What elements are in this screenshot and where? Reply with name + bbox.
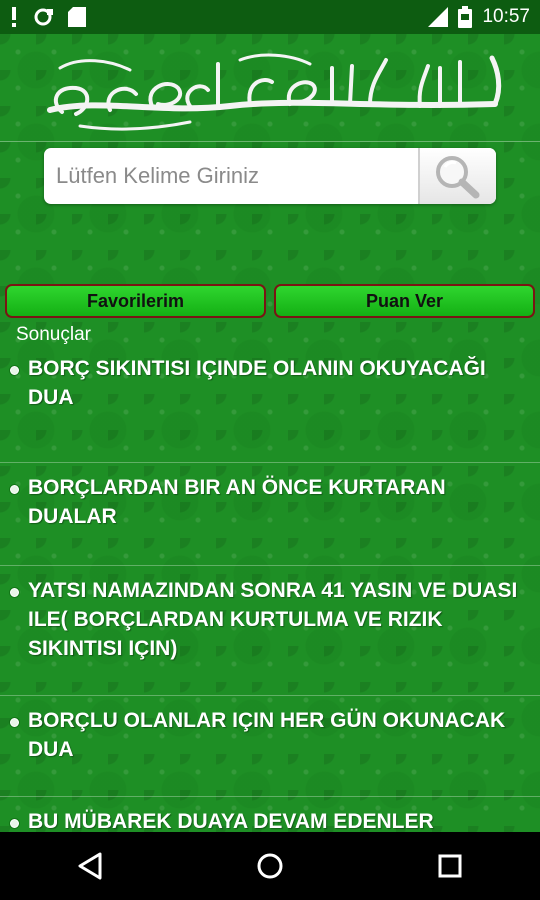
- search-input[interactable]: [44, 148, 418, 204]
- header: [0, 34, 540, 142]
- results-list: BORÇ SIKINTISI IÇINDE OLANIN OKUYACAĞI D…: [0, 344, 540, 832]
- bullet-icon: [10, 485, 19, 494]
- home-icon: [257, 853, 283, 879]
- back-icon: [78, 852, 102, 880]
- bullet-icon: [10, 819, 19, 828]
- status-system: 10:57: [428, 6, 530, 28]
- recents-icon: [438, 854, 462, 878]
- alert-icon: [10, 7, 18, 27]
- list-item-title: BU MÜBAREK DUAYA DEVAM EDENLER: [28, 810, 434, 832]
- list-item[interactable]: BORÇ SIKINTISI IÇINDE OLANIN OKUYACAĞI D…: [0, 344, 540, 463]
- search-icon: [436, 156, 480, 199]
- bullet-icon: [10, 366, 19, 375]
- list-item-title: BORÇ SIKINTISI IÇINDE OLANIN OKUYACAĞI D…: [28, 357, 486, 409]
- sync-icon: [32, 7, 54, 27]
- list-item-title: YATSI NAMAZINDAN SONRA 41 YASIN VE DUASI…: [28, 579, 518, 660]
- status-notifications: [10, 7, 86, 27]
- search-bar: [44, 148, 496, 204]
- list-item[interactable]: YATSI NAMAZINDAN SONRA 41 YASIN VE DUASI…: [0, 566, 540, 696]
- action-buttons: Favorilerim Puan Ver: [5, 284, 535, 320]
- home-button[interactable]: [240, 836, 300, 896]
- results-label: Sonuçlar: [16, 324, 91, 345]
- favorites-button[interactable]: Favorilerim: [5, 284, 266, 318]
- battery-icon: [458, 6, 473, 28]
- clock: 10:57: [482, 6, 530, 27]
- bullet-icon: [10, 718, 19, 727]
- list-item[interactable]: BU MÜBAREK DUAYA DEVAM EDENLER: [0, 797, 540, 832]
- navigation-bar: [0, 832, 540, 900]
- status-bar: 10:57: [0, 0, 540, 34]
- back-button[interactable]: [60, 836, 120, 896]
- list-item[interactable]: BORÇLARDAN BIR AN ÖNCE KURTARAN DUALAR: [0, 463, 540, 566]
- rate-button[interactable]: Puan Ver: [274, 284, 535, 318]
- list-item-title: BORÇLU OLANLAR IÇIN HER GÜN OKUNACAK DUA: [28, 709, 506, 761]
- bismillah-calligraphy-logo: [47, 53, 502, 131]
- list-item-title: BORÇLARDAN BIR AN ÖNCE KURTARAN DUALAR: [28, 476, 446, 528]
- search-button[interactable]: [418, 148, 496, 204]
- list-item[interactable]: BORÇLU OLANLAR IÇIN HER GÜN OKUNACAK DUA: [0, 696, 540, 797]
- signal-icon: [428, 7, 449, 27]
- app-screen: Favorilerim Puan Ver Sonuçlar BORÇ SIKIN…: [0, 34, 540, 832]
- recents-button[interactable]: [420, 836, 480, 896]
- bullet-icon: [10, 588, 19, 597]
- sd-card-icon: [68, 7, 86, 27]
